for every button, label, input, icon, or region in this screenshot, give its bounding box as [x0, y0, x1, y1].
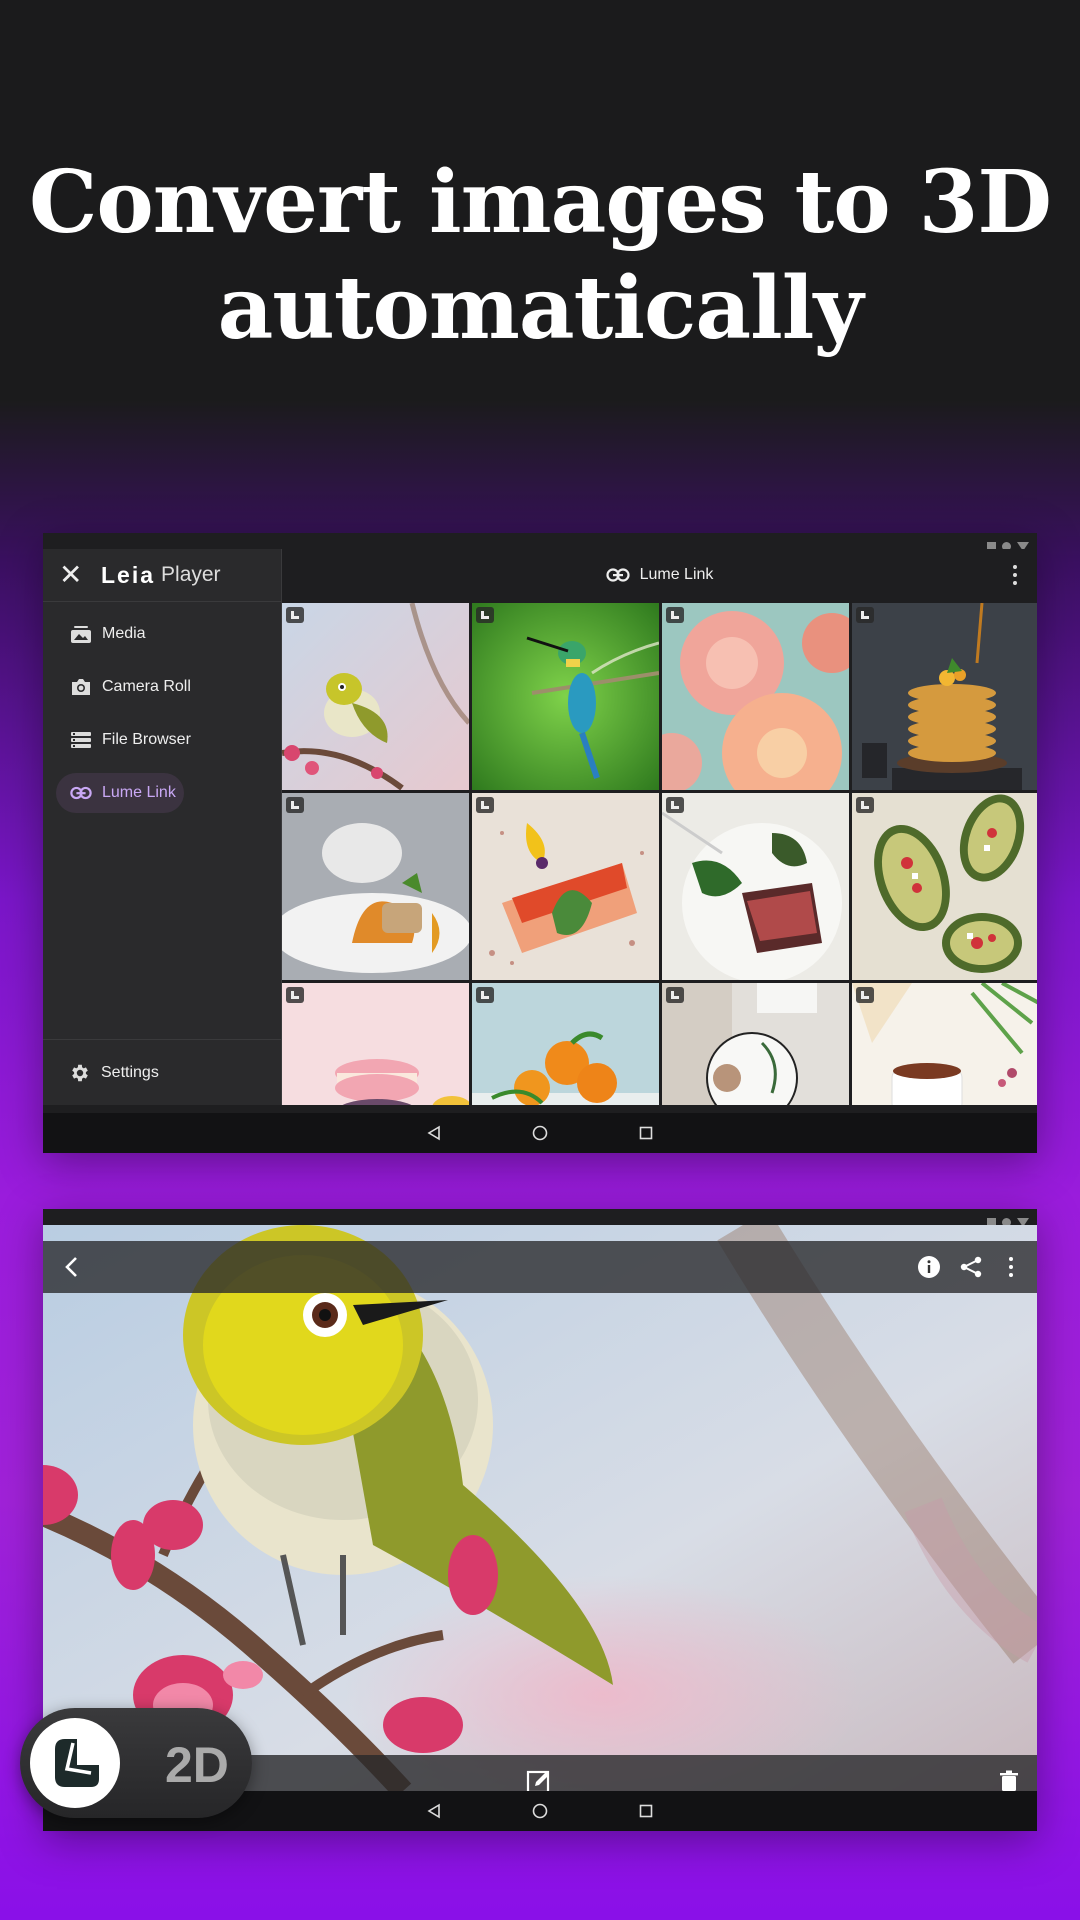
lume-badge-icon: [286, 987, 304, 1003]
link-icon: [70, 782, 92, 804]
thumbnail-bird-on-blossom[interactable]: [282, 603, 469, 790]
lume-logo-icon: [30, 1718, 120, 1808]
file-browser-icon: [70, 729, 92, 751]
sidebar-item-label: Media: [102, 625, 146, 642]
close-icon[interactable]: ✕: [59, 561, 87, 589]
lume-badge-icon: [476, 607, 494, 623]
sidebar-item-label: Camera Roll: [102, 678, 191, 695]
media-icon: [70, 623, 92, 645]
link-icon: [605, 568, 630, 582]
share-icon[interactable]: [959, 1255, 983, 1284]
sidebar-nav: Media Camera Roll File Browser Lume Link: [43, 602, 281, 813]
sidebar-item-label: Lume Link: [102, 784, 176, 801]
lume-badge-icon: [286, 797, 304, 813]
thumbnail-latte-top-view[interactable]: [662, 983, 849, 1105]
page-title: Lume Link: [639, 566, 714, 583]
sidebar-item-label: File Browser: [102, 731, 191, 748]
nav-recents-icon[interactable]: [593, 1804, 699, 1818]
info-icon[interactable]: [917, 1255, 941, 1284]
lume-badge-icon: [666, 987, 684, 1003]
thumbnail-salmon-with-roe[interactable]: [472, 793, 659, 980]
edit-icon[interactable]: [526, 1769, 552, 1791]
settings-button[interactable]: Settings: [43, 1039, 281, 1105]
more-icon[interactable]: [1013, 565, 1017, 585]
thumbnail-plated-dish[interactable]: [282, 793, 469, 980]
nav-home-icon[interactable]: [487, 1803, 593, 1819]
more-icon[interactable]: [1009, 1257, 1013, 1277]
sidebar-item-lume-link[interactable]: Lume Link: [56, 773, 184, 813]
lume-badge-icon: [856, 797, 874, 813]
library-screen: ✕ Leia Player Media Camera Roll File Bro…: [43, 533, 1037, 1153]
sidebar-item-file-browser[interactable]: File Browser: [56, 720, 269, 760]
gear-icon: [69, 1062, 91, 1084]
thumbnail-macarons[interactable]: [282, 983, 469, 1105]
lume-badge-icon: [666, 607, 684, 623]
system-nav-bar: [43, 1113, 1037, 1153]
thumbnail-cup-of-tea[interactable]: [852, 983, 1037, 1105]
headline: Convert images to 3D automatically: [0, 150, 1080, 362]
sidebar-item-camera-roll[interactable]: Camera Roll: [56, 667, 269, 707]
thumbnail-stuffed-avocados[interactable]: [852, 793, 1037, 980]
headline-line-1: Convert images to 3D: [28, 152, 1052, 253]
2d-3d-toggle[interactable]: 2D: [20, 1708, 252, 1818]
thumbnail-pancake-stack[interactable]: [852, 603, 1037, 790]
nav-home-icon[interactable]: [487, 1125, 593, 1141]
lume-badge-icon: [666, 797, 684, 813]
thumbnail-bee-eater-bird[interactable]: [472, 603, 659, 790]
nav-back-icon[interactable]: [381, 1125, 487, 1141]
lume-badge-icon: [856, 607, 874, 623]
thumbnail-dahlia-flowers[interactable]: [662, 603, 849, 790]
lume-badge-icon: [476, 797, 494, 813]
brand-logo: Leia: [101, 561, 156, 588]
lume-badge-icon: [286, 607, 304, 623]
thumbnail-steak-dish[interactable]: [662, 793, 849, 980]
camera-icon: [70, 676, 92, 698]
sidebar-header: ✕ Leia Player: [43, 549, 281, 602]
nav-back-icon[interactable]: [381, 1803, 487, 1819]
library-top-bar: Lume Link: [282, 549, 1037, 601]
brand-player-label: Player: [161, 563, 221, 586]
thumbnail-oranges[interactable]: [472, 983, 659, 1105]
back-icon[interactable]: [59, 1254, 85, 1285]
sidebar: ✕ Leia Player Media Camera Roll File Bro…: [43, 549, 282, 1105]
lume-badge-icon: [476, 987, 494, 1003]
viewer-top-bar: [43, 1241, 1037, 1293]
settings-label: Settings: [101, 1063, 159, 1081]
sidebar-item-media[interactable]: Media: [56, 614, 269, 654]
toggle-mode-label: 2D: [165, 1737, 229, 1793]
thumbnail-grid: [282, 603, 1037, 1105]
lume-badge-icon: [856, 987, 874, 1003]
nav-recents-icon[interactable]: [593, 1126, 699, 1140]
delete-icon[interactable]: [999, 1770, 1019, 1791]
headline-line-2: automatically: [217, 258, 864, 359]
photo-viewer[interactable]: [43, 1225, 1037, 1791]
